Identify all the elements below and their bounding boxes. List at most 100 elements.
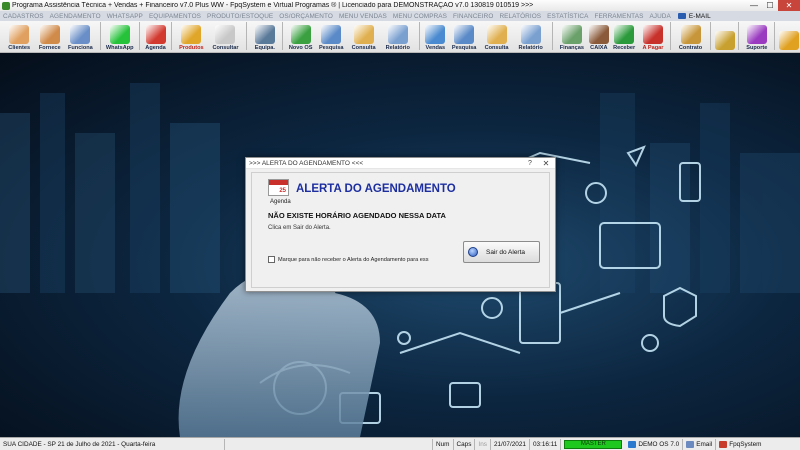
- toolbar-separator: [99, 22, 101, 50]
- menu-item-cadastros[interactable]: CADASTROS: [0, 13, 47, 20]
- report-os-icon: [387, 25, 408, 44]
- new-os-icon: [290, 25, 311, 44]
- dont-show-alert-option[interactable]: Marque para não receber o Alerta do Agen…: [268, 256, 429, 263]
- search-os-icon: [321, 25, 342, 44]
- calendar-icon-number: 25: [279, 188, 286, 194]
- menu-item-produto-estoque[interactable]: PRODUTO/ESTOQUE: [204, 13, 276, 20]
- sales-icon: [425, 25, 446, 44]
- maximize-button[interactable]: ☐: [762, 0, 778, 11]
- toolbar-button-label: Relatório: [518, 45, 543, 51]
- toolbar-button-search-os[interactable]: Pesquisa: [315, 21, 347, 52]
- menu-item-financeiro[interactable]: FINANCEIRO: [450, 13, 496, 20]
- toolbar-separator: [709, 22, 711, 50]
- toolbar-button-new-os[interactable]: Novo OS: [286, 21, 315, 52]
- toolbar-button-search-products[interactable]: Consultar: [208, 21, 244, 52]
- menu-item-ajuda[interactable]: AJUDA: [646, 13, 673, 20]
- toolbar-button-users[interactable]: Clientes: [3, 21, 35, 52]
- toolbar-button-exit[interactable]: [778, 21, 800, 52]
- status-demo: DEMO OS 7.0: [625, 438, 684, 450]
- dont-show-alert-label: Marque para não receber o Alerta do Agen…: [278, 256, 429, 263]
- toolbar-button-contract[interactable]: Contrato: [674, 21, 706, 52]
- employee-icon: [70, 25, 91, 44]
- status-demo-label: DEMO OS 7.0: [638, 440, 680, 448]
- menu-item-equipamentos[interactable]: EQUIPAMENTOS: [146, 13, 204, 20]
- exit-alert-label: Sair do Alerta: [486, 248, 526, 256]
- toolbar-button-report-sales[interactable]: Relatório: [513, 21, 549, 52]
- finance-icon: [561, 25, 582, 44]
- consult-os-icon: [353, 25, 374, 44]
- menu-item-os-or-amento[interactable]: OS/ORÇAMENTO: [276, 13, 336, 20]
- toolbar-separator: [246, 22, 248, 50]
- menu-item-agendamento[interactable]: AGENDAMENTO: [47, 13, 104, 20]
- dont-show-alert-checkbox[interactable]: [268, 256, 275, 263]
- toolbar-separator: [738, 22, 740, 50]
- exit-alert-icon: [468, 247, 478, 257]
- pay-icon: [642, 25, 663, 44]
- window-title: Programa Assistência Técnica + Vendas + …: [12, 2, 534, 9]
- no-appointment-message: NÃO EXISTE HORÁRIO AGENDADO NESSA DATA: [268, 211, 446, 220]
- toolbar-button-cash-register[interactable]: CAIXA: [588, 21, 610, 52]
- toolbar-separator: [282, 22, 284, 50]
- menu-bar: CADASTROS AGENDAMENTO WHATSAPP EQUIPAMENTOS…: [0, 11, 800, 21]
- email-icon: [677, 13, 686, 19]
- coins-icon: [714, 31, 735, 50]
- calendar-icon: 25: [268, 179, 289, 196]
- toolbar-separator: [171, 22, 173, 50]
- supplier-icon: [39, 25, 60, 44]
- toolbar-button-equipment[interactable]: Equipa.: [250, 21, 279, 52]
- menu-item-relat-rios[interactable]: RELATÓRIOS: [496, 13, 544, 20]
- toolbar-button-label: Vendas: [425, 45, 446, 51]
- toolbar-button-employee[interactable]: Funciona: [64, 21, 96, 52]
- status-email[interactable]: Email: [683, 438, 717, 450]
- toolbar-button-supplier[interactable]: Fornece: [35, 21, 64, 52]
- toolbar-button-whatsapp[interactable]: WhatsApp: [104, 21, 136, 52]
- toolbar-button-support[interactable]: Suporte: [742, 21, 771, 52]
- users-icon: [9, 25, 30, 44]
- dialog-close-button[interactable]: ✕: [537, 159, 555, 168]
- brand-icon: [719, 440, 728, 448]
- toolbar-separator: [774, 22, 776, 50]
- status-ins: Ins: [475, 438, 491, 450]
- toolbar-button-finance[interactable]: Finanças: [556, 21, 588, 52]
- window-controls: — ☐ ✕: [746, 0, 800, 11]
- menu-item-ferramentas[interactable]: FERRAMENTAS: [592, 13, 647, 20]
- toolbar-button-label: Fornece: [38, 45, 61, 51]
- exit-icon: [779, 31, 800, 50]
- toolbar-button-products[interactable]: Produtos: [175, 21, 207, 52]
- toolbar-button-report-os[interactable]: Relatório: [380, 21, 416, 52]
- toolbar-button-coins[interactable]: [714, 21, 736, 52]
- toolbar-button-label: Novo OS: [288, 45, 313, 51]
- toolbar-button-receive[interactable]: Receber: [610, 21, 639, 52]
- toolbar-separator: [551, 22, 553, 50]
- menu-item-menu-compras[interactable]: MENU COMPRAS: [390, 13, 450, 20]
- dialog-help-button[interactable]: ?: [523, 160, 537, 167]
- toolbar-button-consult-sales[interactable]: Consulta: [480, 21, 512, 52]
- status-num: Num: [433, 438, 454, 450]
- minimize-button[interactable]: —: [746, 0, 762, 11]
- toolbar-separator: [138, 22, 140, 50]
- toolbar-button-sales[interactable]: Vendas: [423, 21, 448, 52]
- dialog-instruction: Clica em Sair do Alerta.: [268, 225, 331, 231]
- menu-item-estat-stica[interactable]: ESTATÍSTICA: [544, 13, 591, 20]
- exit-alert-button[interactable]: Sair do Alerta: [463, 241, 540, 263]
- toolbar-button-pay[interactable]: A Pagar: [639, 21, 668, 52]
- consult-sales-icon: [486, 25, 507, 44]
- toolbar-button-label: A Pagar: [642, 45, 664, 51]
- toolbar-button-consult-os[interactable]: Consulta: [347, 21, 379, 52]
- email-icon: [686, 440, 695, 448]
- close-window-button[interactable]: ✕: [778, 0, 800, 11]
- status-brand-label: FpqSystem: [729, 440, 762, 448]
- toolbar-button-calendar[interactable]: Agenda: [143, 21, 168, 52]
- status-bar: SUA CIDADE - SP 21 de Julho de 2021 - Qu…: [0, 437, 800, 450]
- status-date: 21/07/2021: [491, 438, 530, 450]
- report-sales-icon: [520, 25, 541, 44]
- dialog-title-bar: >>> ALERTA DO AGENDAMENTO <<< ? ✕: [246, 158, 555, 169]
- status-master-badge: MASTER: [564, 439, 623, 449]
- toolbar-button-label: Contrato: [678, 45, 703, 51]
- menu-item-menu-vendas[interactable]: MENU VENDAS: [336, 13, 390, 20]
- menu-item-e-mail[interactable]: E-MAIL: [686, 13, 714, 20]
- toolbar-button-search-sales[interactable]: Pesquisa: [448, 21, 480, 52]
- toolbar-button-label: Agenda: [145, 45, 166, 51]
- menu-item-whatsapp[interactable]: WHATSAPP: [104, 13, 146, 20]
- toolbar-button-label: Funciona: [67, 45, 93, 51]
